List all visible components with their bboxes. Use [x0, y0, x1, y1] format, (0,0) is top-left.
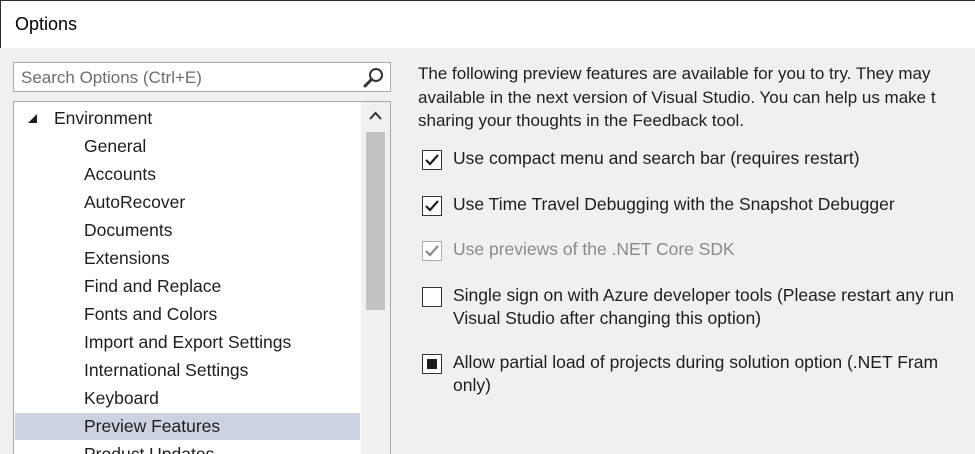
tree-item-label: International Settings — [84, 360, 249, 380]
search-options-input[interactable]: Search Options (Ctrl+E) — [13, 62, 391, 92]
checkmark-icon — [425, 200, 439, 212]
scrollbar-thumb[interactable] — [366, 132, 385, 310]
option-label: Use compact menu and search bar (require… — [453, 147, 860, 170]
tree-item-label: Import and Export Settings — [84, 332, 292, 352]
tree-item-extensions[interactable]: Extensions — [15, 245, 360, 272]
tree-node-environment[interactable]: Environment — [15, 105, 360, 132]
scroll-up-arrow-icon[interactable] — [361, 102, 390, 130]
preview-features-panel: The following preview features are avail… — [418, 62, 975, 395]
checkbox-checked — [422, 241, 442, 261]
tree-item-label: AutoRecover — [84, 192, 186, 212]
description-line: available in the next version of Visual … — [418, 87, 936, 107]
tree-item-label: General — [84, 136, 147, 156]
search-icon[interactable] — [362, 66, 386, 90]
tree-item-label: Preview Features — [84, 416, 221, 436]
tree-item-product-updates[interactable]: Product Updates — [15, 441, 360, 454]
description: The following preview features are avail… — [418, 62, 975, 133]
search-placeholder: Search Options (Ctrl+E) — [21, 68, 202, 87]
tree-item-label: Extensions — [84, 248, 170, 268]
option-label: Use previews of the .NET Core SDK — [453, 238, 735, 261]
tree-item-international-settings[interactable]: International Settings — [15, 357, 360, 384]
checkbox-unchecked[interactable] — [422, 287, 442, 307]
option-label-line: Use compact menu and search bar (require… — [453, 148, 860, 168]
indeterminate-square-icon — [427, 359, 437, 369]
tree-item-import-and-export-settings[interactable]: Import and Export Settings — [15, 329, 360, 356]
option-label-line: Use Time Travel Debugging with the Snaps… — [453, 194, 895, 214]
tree-item-documents[interactable]: Documents — [15, 217, 360, 244]
option-label-line: Single sign on with Azure developer tool… — [453, 285, 954, 305]
tree-item-label: Keyboard — [84, 388, 159, 408]
tree-item-accounts[interactable]: Accounts — [15, 161, 360, 188]
option-label-line: Visual Studio after changing this option… — [453, 308, 762, 328]
option-label-line: only) — [453, 375, 491, 395]
tree-item-label: Fonts and Colors — [84, 304, 218, 324]
tree-item-autorecover[interactable]: AutoRecover — [15, 189, 360, 216]
window-title: Options — [15, 14, 78, 34]
tree-item-label: Product Updates — [84, 444, 215, 454]
tree-scrollbar[interactable] — [361, 102, 390, 454]
options-tree[interactable]: Environment General Accounts AutoRecover Do… — [13, 101, 391, 454]
option-label: Allow partial load of projects during so… — [453, 351, 938, 397]
option-label: Use Time Travel Debugging with the Snaps… — [453, 193, 895, 216]
tree-item-label: Accounts — [84, 164, 156, 184]
checkbox-indeterminate[interactable] — [422, 354, 442, 374]
tree-item-general[interactable]: General — [15, 133, 360, 160]
checkmark-icon — [425, 154, 439, 166]
tree-item-fonts-and-colors[interactable]: Fonts and Colors — [15, 301, 360, 328]
description-line: The following preview features are avail… — [418, 64, 931, 83]
checkbox-checked[interactable] — [422, 150, 442, 170]
tree-node-label: Environment — [54, 108, 153, 128]
option-label-line: Allow partial load of projects during so… — [453, 352, 939, 372]
option-label: Single sign on with Azure developer tool… — [453, 284, 954, 330]
tree-item-label: Documents — [84, 220, 173, 240]
tree-item-find-and-replace[interactable]: Find and Replace — [15, 273, 360, 300]
checkmark-icon — [425, 245, 439, 257]
expand-triangle-icon[interactable] — [28, 114, 37, 123]
tree-item-keyboard[interactable]: Keyboard — [15, 385, 360, 412]
tree-item-label: Find and Replace — [84, 276, 222, 296]
description-line: sharing your thoughts in the Feedback to… — [418, 111, 745, 130]
tree-item-preview-features[interactable]: Preview Features — [15, 413, 360, 440]
checkbox-checked[interactable] — [422, 196, 442, 216]
title-bar: Options — [0, 0, 975, 48]
option-label-line: Use previews of the .NET Core SDK — [453, 239, 735, 259]
